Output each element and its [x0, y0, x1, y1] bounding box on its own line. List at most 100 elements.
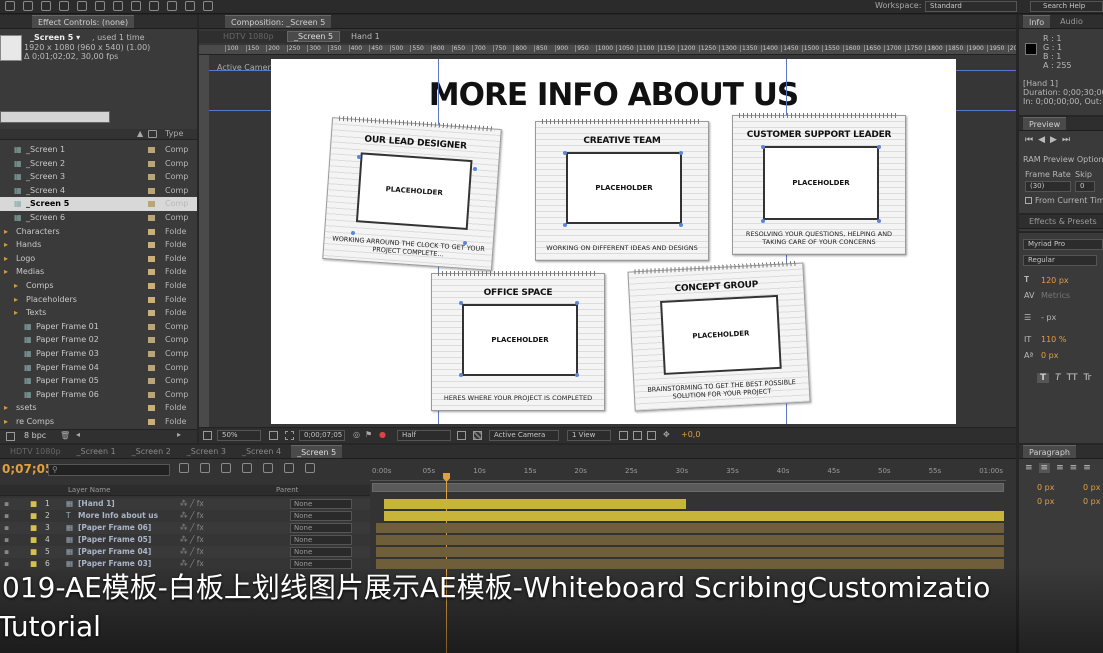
selection-handle[interactable] [459, 373, 463, 377]
card-lead-designer[interactable]: OUR LEAD DESIGNER PLACEHOLDER WORKING AR… [322, 115, 502, 271]
camera-select[interactable]: Active Camera [489, 430, 559, 441]
comp-icon[interactable]: ▦ [14, 170, 22, 184]
selection-handle[interactable] [563, 151, 567, 155]
project-item[interactable]: ▦ Paper Frame 06 Comp [0, 388, 197, 402]
layer-name[interactable]: More Info about us [78, 510, 158, 522]
frame-blending-icon[interactable] [242, 463, 252, 473]
composition-tab[interactable]: Composition: _Screen 5 [225, 15, 332, 28]
always-preview-icon[interactable] [203, 431, 212, 440]
expand-triangle-icon[interactable]: ▸ [14, 293, 18, 307]
expand-triangle-icon[interactable]: ▸ [4, 401, 8, 415]
faux-bold-button[interactable]: T [1037, 373, 1050, 383]
label-color-swatch[interactable] [148, 147, 155, 153]
label-color-swatch[interactable]: ■ [30, 522, 37, 534]
indent-left-value[interactable]: 0 px [1037, 483, 1054, 492]
card-office-space[interactable]: OFFICE SPACE PLACEHOLDER HERES WHERE YOU… [431, 271, 605, 411]
project-item[interactable]: ▦ _Screen 5 Comp [0, 197, 197, 211]
layer-bar-frame-03[interactable] [376, 559, 1004, 569]
label-color-swatch[interactable] [148, 187, 155, 194]
small-caps-button[interactable]: Tr [1083, 373, 1091, 383]
timeline-tab[interactable]: HDTV 1080p [4, 445, 67, 458]
baseline-value[interactable]: 0 px [1041, 351, 1058, 360]
parent-select[interactable]: None [290, 499, 352, 509]
layer-name[interactable]: [Paper Frame 03] [78, 558, 151, 570]
label-color-swatch[interactable]: ■ [30, 534, 37, 546]
resolution-select[interactable]: Half [397, 430, 451, 441]
selection-handle[interactable] [563, 223, 567, 227]
parent-header[interactable]: Parent [276, 486, 298, 494]
search-tool-icon[interactable] [5, 1, 15, 11]
exposure-value[interactable]: +0,0 [681, 430, 700, 439]
layer-switches[interactable]: ⁂ ╱ fx [180, 510, 204, 522]
label-color-swatch[interactable] [148, 160, 155, 167]
project-item[interactable]: ▸ Hands Folde [0, 238, 197, 252]
comp-canvas[interactable]: MORE INFO ABOUT US OUR LEAD DESIGNER PLA… [271, 59, 956, 424]
label-color-swatch[interactable] [148, 214, 155, 221]
parent-select[interactable]: None [290, 535, 352, 545]
comp-icon[interactable]: ▦ [14, 157, 22, 171]
layer-row[interactable]: ▪ ■ 4 ▦ [Paper Frame 05] ⁂ ╱ fx None [0, 534, 370, 546]
scroll-left-icon[interactable]: ◂ [76, 430, 80, 439]
selection-handle[interactable] [575, 301, 579, 305]
layer-switches[interactable]: ⁂ ╱ fx [180, 498, 204, 510]
label-color-swatch[interactable] [148, 174, 155, 181]
ram-preview-options[interactable]: RAM Preview Option [1023, 155, 1103, 164]
project-item[interactable]: ▦ _Screen 4 Comp [0, 184, 197, 198]
brainstorm-icon[interactable] [284, 463, 294, 473]
parent-select[interactable]: None [290, 559, 352, 569]
justify-all-icon[interactable]: ≡ [1083, 463, 1091, 473]
visibility-eye-icon[interactable]: ▪ [4, 534, 9, 546]
graph-editor-icon[interactable] [305, 463, 315, 473]
label-color-swatch[interactable] [148, 269, 155, 276]
grid-icon[interactable] [285, 431, 294, 440]
timeline-search-input[interactable]: ⚲ [48, 464, 170, 476]
justify-left-icon[interactable]: ≡ [1070, 463, 1078, 473]
comp-icon[interactable]: ▦ [24, 388, 32, 402]
project-item[interactable]: ▸ Texts Folde [0, 306, 197, 320]
selection-handle[interactable] [463, 241, 467, 245]
selection-handle[interactable] [679, 223, 683, 227]
font-style-select[interactable]: Regular [1023, 255, 1097, 266]
label-color-swatch[interactable] [148, 323, 155, 330]
comp-icon[interactable]: ▦ [24, 320, 32, 334]
project-item[interactable]: ▦ _Screen 2 Comp [0, 157, 197, 171]
toggle-pixel-icon[interactable] [619, 431, 628, 440]
comp-icon[interactable]: ▦ [24, 374, 32, 388]
label-column-icon[interactable] [148, 130, 157, 138]
visibility-eye-icon[interactable]: ▪ [4, 510, 9, 522]
card-concept-group[interactable]: CONCEPT GROUP PLACEHOLDER BRAINSTORMING … [627, 260, 811, 412]
layer-bar-frame-06[interactable] [376, 523, 1004, 533]
selection-handle[interactable] [357, 155, 361, 159]
timeline-tab[interactable]: _Screen 5 [291, 445, 343, 458]
space-before-value[interactable]: 0 px [1037, 497, 1054, 506]
info-tab[interactable]: Info [1023, 15, 1051, 28]
region-icon[interactable] [269, 431, 278, 440]
label-color-swatch[interactable] [148, 378, 155, 385]
layer-switches[interactable]: ⁂ ╱ fx [180, 558, 204, 570]
audio-tab[interactable]: Audio [1054, 15, 1089, 28]
parent-select[interactable]: None [290, 511, 352, 521]
puppet-tool-icon[interactable] [203, 1, 213, 11]
zoom-select[interactable]: 50% [217, 430, 261, 441]
label-color-swatch[interactable]: ■ [30, 498, 37, 510]
workspace-select[interactable]: Standard [925, 1, 1017, 12]
type-column-header[interactable]: Type [165, 129, 183, 138]
breadcrumb-next[interactable]: Hand 1 [351, 32, 380, 41]
project-item[interactable]: ▦ Paper Frame 01 Comp [0, 320, 197, 334]
expand-triangle-icon[interactable]: ▸ [4, 225, 8, 239]
next-frame-icon[interactable]: ⏭ [1062, 135, 1075, 145]
selection-handle[interactable] [877, 145, 881, 149]
roto-tool-icon[interactable] [185, 1, 195, 11]
project-item[interactable]: ▸ Logo Folde [0, 252, 197, 266]
comp-icon[interactable]: ▦ [14, 143, 22, 157]
kerning-value[interactable]: Metrics [1041, 291, 1070, 300]
timeline-icon[interactable] [647, 431, 656, 440]
project-item[interactable]: ▸ re Comps Folde [0, 415, 197, 429]
layer-bar-frame-04[interactable] [376, 547, 1004, 557]
hide-shy-icon[interactable] [221, 463, 231, 473]
label-color-swatch[interactable] [148, 350, 155, 357]
draft-3d-icon[interactable] [200, 463, 210, 473]
interpret-footage-icon[interactable] [6, 432, 15, 441]
bpc-button[interactable]: 8 bpc [24, 431, 46, 440]
prev-frame-icon[interactable]: ◀ [1038, 135, 1050, 145]
